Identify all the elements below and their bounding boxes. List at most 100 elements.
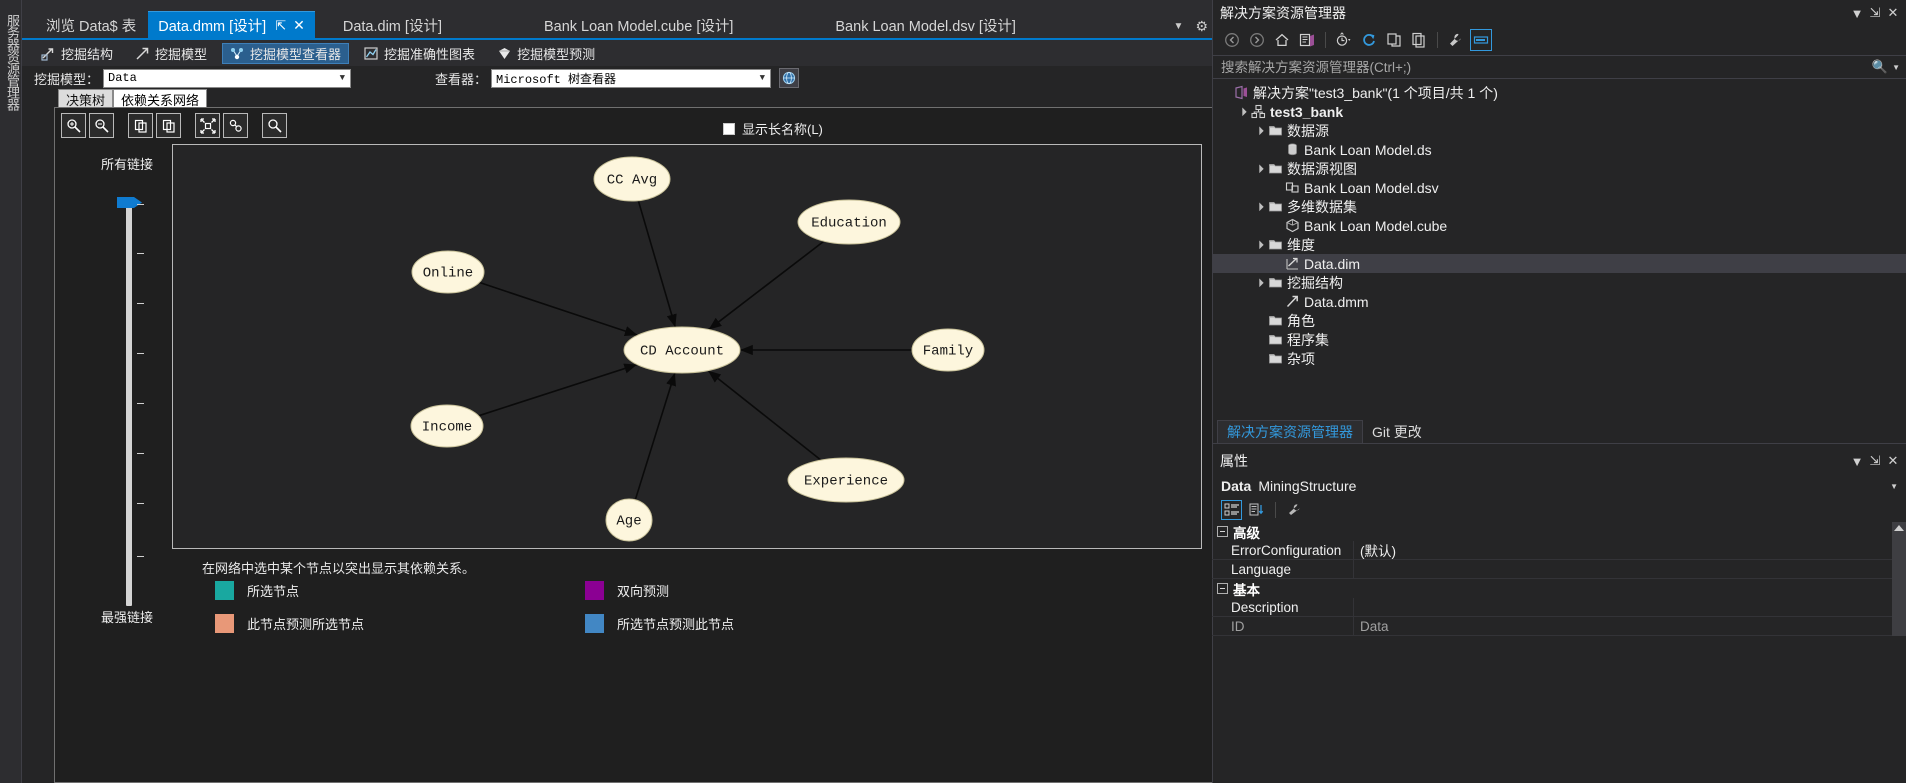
property-value[interactable]: (默认)	[1354, 540, 1396, 560]
solution-tree[interactable]: 解决方案"test3_bank"(1 个项目/共 1 个) ◢ test3_bank…	[1212, 79, 1906, 420]
graph-node[interactable]: Online	[411, 250, 485, 294]
designer-tab-mining-model-viewer[interactable]: 挖掘模型查看器	[222, 42, 350, 64]
pin-icon[interactable]: ⇱	[275, 18, 286, 34]
viewer-combobox[interactable]: Microsoft 树查看器 ▼	[491, 68, 772, 88]
solution-explorer-search[interactable]: 🔍 ▼	[1212, 55, 1906, 79]
graph-node[interactable]: Family	[911, 328, 985, 372]
zoom-out-icon[interactable]	[89, 113, 114, 138]
globe-icon[interactable]	[779, 68, 800, 88]
property-category[interactable]: 高级	[1212, 522, 1906, 541]
dependency-network-graph[interactable]: CC Avg Education Online CD Account Family Inc…	[172, 144, 1202, 549]
graph-node[interactable]: Income	[410, 404, 484, 448]
chevron-down-icon[interactable]: ▼	[1892, 63, 1900, 72]
solution-view-icon[interactable]	[1296, 29, 1318, 51]
expand-collapse-icon[interactable]: ◢	[1251, 274, 1267, 290]
zoom-in-icon[interactable]	[61, 113, 86, 138]
designer-tab-mining-accuracy-chart[interactable]: 挖掘准确性图表	[357, 43, 482, 64]
tab-data-dmm[interactable]: Data.dmm [设计] ⇱ ✕	[148, 11, 315, 39]
chevron-down-icon[interactable]: ▼	[1848, 6, 1866, 21]
properties-scrollbar[interactable]	[1892, 522, 1906, 636]
property-row[interactable]: Language	[1212, 559, 1906, 579]
graph-node[interactable]: Education	[797, 199, 901, 245]
tree-item[interactable]: ◢ 维度	[1212, 235, 1906, 254]
slider-track[interactable]	[126, 202, 132, 606]
tree-item[interactable]: 解决方案"test3_bank"(1 个项目/共 1 个)	[1212, 83, 1906, 102]
server-explorer-rail[interactable]: 服务器资源管理器	[0, 0, 22, 783]
expand-collapse-icon[interactable]: ◢	[1251, 122, 1267, 138]
tab-git-changes[interactable]: Git 更改	[1363, 420, 1431, 443]
designer-tab-mining-model[interactable]: 挖掘模型	[128, 43, 214, 64]
property-row[interactable]: ID Data	[1212, 616, 1906, 636]
properties-object-selector[interactable]: Data MiningStructure ▼	[1212, 474, 1906, 498]
tree-item[interactable]: Bank Loan Model.cube	[1212, 216, 1906, 235]
property-category[interactable]: 基本	[1212, 579, 1906, 598]
drag-handle[interactable]	[1256, 460, 1840, 462]
gear-icon[interactable]: ⚙	[1195, 18, 1208, 35]
search-input[interactable]	[1221, 59, 1868, 75]
property-value[interactable]: Data	[1354, 619, 1389, 634]
pin-icon[interactable]: ⇲	[1866, 5, 1884, 21]
expand-collapse-icon[interactable]: ◢	[1251, 160, 1267, 176]
graph-node[interactable]: Age	[605, 498, 653, 542]
graph-node[interactable]: CC Avg	[593, 156, 671, 202]
tree-item[interactable]: ◢ test3_bank	[1212, 102, 1906, 121]
tab-bank-loan-model-dsv[interactable]: Bank Loan Model.dsv [设计]	[825, 11, 1026, 39]
view-tab-decision-tree[interactable]: 决策树	[58, 89, 114, 108]
property-row[interactable]: ErrorConfiguration (默认)	[1212, 540, 1906, 560]
designer-tab-mining-structure[interactable]: 挖掘结构	[34, 43, 120, 64]
chevron-down-icon[interactable]: ▼	[1174, 21, 1184, 32]
tab-browse-data-table[interactable]: 浏览 Data$ 表	[36, 11, 146, 39]
tree-item[interactable]: 程序集	[1212, 330, 1906, 349]
close-icon[interactable]: ✕	[1884, 5, 1902, 21]
forward-icon[interactable]	[1246, 29, 1268, 51]
expand-collapse-icon[interactable]: ◢	[1251, 236, 1267, 252]
close-icon[interactable]: ✕	[1884, 453, 1902, 469]
tree-item[interactable]: ◢ 数据源	[1212, 121, 1906, 140]
show-long-names-checkbox[interactable]	[723, 122, 735, 135]
expand-collapse-icon[interactable]: ◢	[1234, 103, 1250, 119]
close-icon[interactable]: ✕	[293, 17, 305, 34]
chevron-down-icon[interactable]: ▼	[1890, 482, 1898, 491]
tree-item[interactable]: ◢ 挖掘结构	[1212, 273, 1906, 292]
chevron-down-icon[interactable]: ▼	[1848, 454, 1866, 469]
tree-item[interactable]: ◢ 数据源视图	[1212, 159, 1906, 178]
collapse-icon[interactable]	[1217, 526, 1228, 537]
tree-item[interactable]: Data.dmm	[1212, 292, 1906, 311]
tab-solution-explorer[interactable]: 解决方案资源管理器	[1217, 420, 1363, 443]
graph-node[interactable]: Experience	[787, 457, 905, 503]
fit-to-window-icon[interactable]	[195, 113, 220, 138]
scroll-up-arrow-icon[interactable]	[1894, 525, 1904, 531]
chevron-down-icon[interactable]: ▼	[340, 73, 345, 83]
copy-to-clipboard-icon[interactable]	[156, 113, 181, 138]
property-pages-icon[interactable]	[1284, 500, 1305, 520]
properties-wrench-icon[interactable]	[1445, 29, 1467, 51]
property-row[interactable]: Description	[1212, 597, 1906, 617]
refresh-icon[interactable]	[1358, 29, 1380, 51]
mining-model-combobox[interactable]: Data ▼	[103, 68, 352, 88]
designer-tab-mining-model-prediction[interactable]: 挖掘模型预测	[490, 43, 602, 64]
tree-item[interactable]: Data.dim	[1212, 254, 1906, 273]
tree-item[interactable]: 杂项	[1212, 349, 1906, 368]
alphabetical-icon[interactable]	[1246, 500, 1267, 520]
tab-bank-loan-model-cube[interactable]: Bank Loan Model.cube [设计]	[534, 11, 743, 39]
categorized-icon[interactable]	[1221, 500, 1242, 520]
tree-item[interactable]: 角色	[1212, 311, 1906, 330]
drag-handle[interactable]	[1354, 12, 1840, 14]
search-icon[interactable]: 🔍	[1872, 59, 1888, 75]
collapse-icon[interactable]	[1217, 583, 1228, 594]
tree-item[interactable]: Bank Loan Model.dsv	[1212, 178, 1906, 197]
find-node-icon[interactable]	[262, 113, 287, 138]
expand-collapse-icon[interactable]: ◢	[1251, 198, 1267, 214]
view-tab-dependency-network[interactable]: 依赖关系网络	[113, 89, 208, 108]
graph-nodes[interactable]: CC Avg Education Online CD Account Family Inc…	[410, 156, 985, 542]
chevron-down-icon[interactable]: ▼	[760, 73, 765, 83]
back-icon[interactable]	[1221, 29, 1243, 51]
show-long-names-row[interactable]: 显示长名称(L)	[723, 119, 823, 138]
tree-item[interactable]: ◢ 多维数据集	[1212, 197, 1906, 216]
copy-icon[interactable]	[128, 113, 153, 138]
graph-node[interactable]: CD Account	[623, 326, 741, 374]
tab-data-dim[interactable]: Data.dim [设计]	[333, 11, 452, 39]
tree-item[interactable]: Bank Loan Model.ds	[1212, 140, 1906, 159]
properties-grid[interactable]: 高级 ErrorConfiguration (默认) Language 基本 Descri…	[1212, 522, 1906, 636]
link-strength-slider[interactable]: 所有链接 最强链接	[73, 146, 181, 646]
